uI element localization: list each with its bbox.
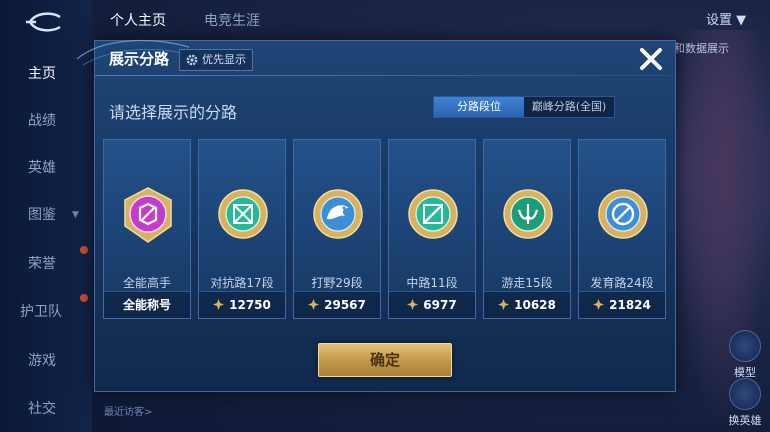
chevron-down-icon: ▼ [72,210,79,220]
nav-label: 护卫队 [20,304,62,320]
swap-hero-icon [729,378,761,410]
settings-label: 设置 [706,13,733,28]
clash-lane-emblem-icon [218,189,268,239]
close-icon[interactable] [637,45,665,73]
mid-lane-emblem-icon [408,189,458,239]
card-value: 21824 [579,291,665,318]
rank-points-icon [593,299,605,310]
route-card-farm-lane[interactable]: 发育路24段 21824 [578,139,666,319]
priority-display-button[interactable]: 优先显示 [179,49,253,71]
card-label: 游走15段 [501,276,553,290]
card-value-text: 10628 [514,298,556,312]
model-icon [729,330,761,362]
priority-label: 优先显示 [202,53,246,66]
card-value: 29567 [294,291,380,318]
nav-item-social[interactable]: 社交 [0,393,92,425]
roam-emblem-icon [503,189,553,239]
card-value-text: 全能称号 [122,298,171,312]
nav-item-guard[interactable]: 护卫队 [0,296,92,328]
rank-points-icon [498,299,510,310]
select-route-prompt: 请选择展示的分路 [109,103,238,122]
recent-visitors-link[interactable]: 最近访客> [104,403,152,418]
data-show-label: 和数据展示 [674,42,729,55]
swap-hero-button[interactable]: 换英雄 [722,378,768,428]
swap-label: 换英雄 [728,414,762,427]
title-divider [95,75,675,76]
card-label: 对抗路17段 [210,276,274,290]
card-value: 10628 [484,291,570,318]
notification-dot [80,246,88,254]
nav-item-games[interactable]: 游戏 [0,345,92,377]
nav-label: 游戏 [28,353,56,369]
jungle-emblem-icon [313,189,363,239]
nav-label: 荣誉 [28,256,56,272]
toggle-option-route-rank[interactable]: 分路段位 [434,97,524,117]
nav-item-record[interactable]: 战绩 [0,105,92,137]
rank-points-icon [213,299,225,310]
confirm-button[interactable]: 确定 [318,343,452,377]
route-card-jungle[interactable]: 打野29段 29567 [293,139,381,319]
card-label: 全能高手 [122,276,171,290]
nav-item-heroes[interactable]: 英雄 [0,152,92,184]
model-button[interactable]: 模型 [722,330,768,380]
route-card-mid-lane[interactable]: 中路11段 6977 [388,139,476,319]
route-card-roam[interactable]: 游走15段 10628 [483,139,571,319]
nav-label: 社交 [28,401,56,417]
dialog-title: 展示分路 [109,50,170,68]
nav-label: 主页 [28,66,56,82]
route-type-toggle: 分路段位 巅峰分路(全国) [433,96,615,118]
rank-points-icon [407,299,419,310]
route-card-clash-lane[interactable]: 对抗路17段 12750 [198,139,286,319]
all-rounder-emblem-icon [124,187,172,243]
card-value-text: 29567 [324,298,366,312]
back-arrow-icon[interactable] [22,8,66,36]
farm-lane-emblem-icon [598,189,648,239]
card-value-text: 6977 [423,298,457,312]
card-value: 6977 [389,291,475,318]
route-card-all-rounder[interactable]: 全能高手 全能称号 [103,139,191,319]
settings-button[interactable]: 设置 ▼ [706,9,746,28]
rank-points-icon [308,299,320,310]
card-label: 打野29段 [311,276,363,290]
toggle-option-peak-route[interactable]: 巅峰分路(全国) [524,97,614,117]
gear-icon [186,54,198,66]
nav-item-honor[interactable]: 荣誉 [0,248,92,280]
chevron-down-icon: ▼ [736,13,747,28]
card-value-text: 21824 [609,298,651,312]
notification-dot [80,294,88,302]
card-value-text: 12750 [229,298,271,312]
nav-label: 战绩 [28,113,56,129]
card-label: 发育路24段 [590,276,654,290]
nav-label: 英雄 [28,160,56,176]
card-value: 全能称号 [104,291,190,318]
nav-label: 图鉴 [28,207,56,223]
route-display-dialog: 展示分路 优先显示 请选择展示的分路 分路段位 巅峰分路(全国) 全能高手 全能… [76,39,676,392]
tab-profile[interactable]: 个人主页 [110,10,166,30]
card-label: 中路11段 [406,276,458,290]
card-value: 12750 [199,291,285,318]
tab-esports[interactable]: 电竞生涯 [204,10,260,30]
